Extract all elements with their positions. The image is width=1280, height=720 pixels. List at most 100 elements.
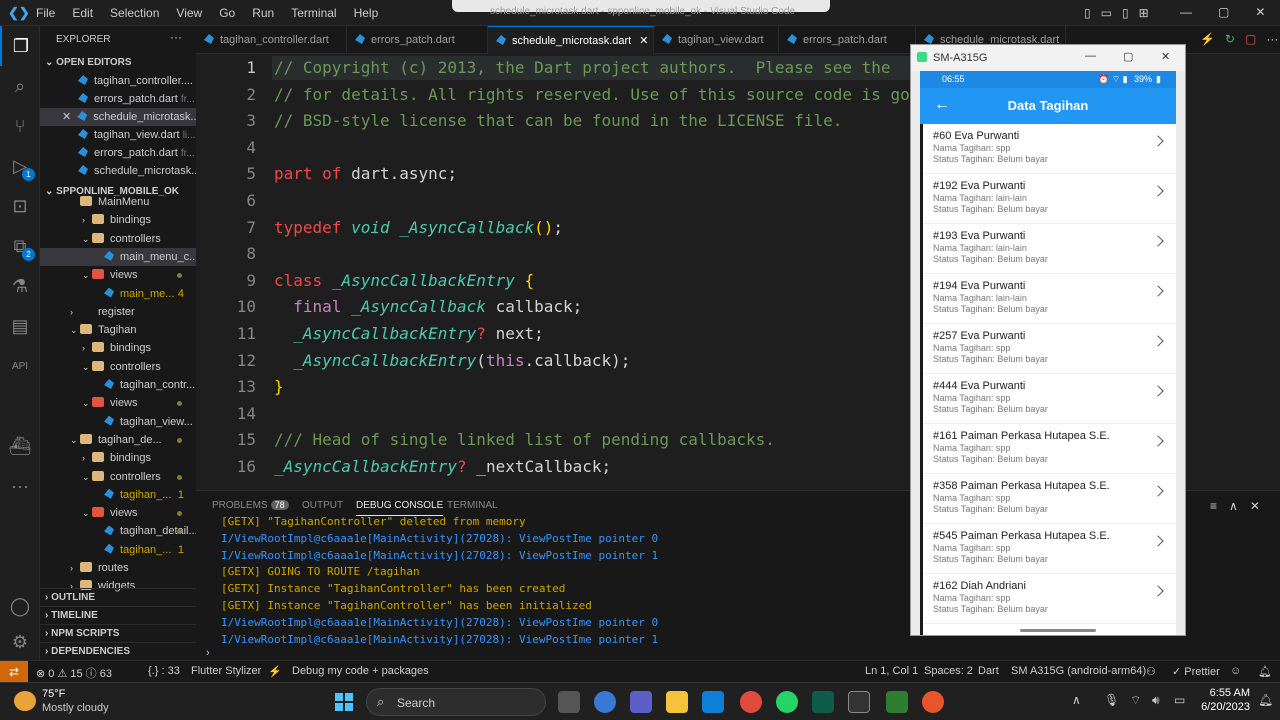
tab-tagihan_view-dart[interactable]: tagihan_view.dart <box>654 26 779 54</box>
edge-icon[interactable] <box>594 691 616 713</box>
section-npm-scripts[interactable]: › NPM SCRIPTS <box>40 624 196 642</box>
tab-errors_patch-dart[interactable]: errors_patch.dart <box>347 26 488 54</box>
toggle-sidebar-icon[interactable]: ▯ <box>1084 6 1091 20</box>
twistie-icon[interactable]: ⌄ <box>82 504 92 522</box>
toggle-panel-icon[interactable]: ▭ <box>1101 6 1112 20</box>
panel-tab-problems[interactable]: PROBLEMS 78 <box>212 500 289 511</box>
brace-status[interactable]: {.} : 33 <box>148 665 180 677</box>
section-outline[interactable]: › OUTLINE <box>40 588 196 606</box>
emulator-titlebar[interactable]: SM-A315G — ▢ ✕ <box>911 45 1185 71</box>
battery-icon[interactable]: ▭ <box>1174 693 1185 707</box>
tree-item[interactable]: ⌄ controllers <box>40 468 196 486</box>
maximize-panel-icon[interactable]: ∧ <box>1229 499 1238 513</box>
twistie-icon[interactable]: › <box>82 449 92 467</box>
menu-terminal[interactable]: Terminal <box>291 6 336 20</box>
weather-icon[interactable] <box>14 691 36 711</box>
twistie-icon[interactable]: ⌄ <box>82 358 92 376</box>
minimize-button[interactable]: — <box>1180 5 1192 19</box>
tagihan-list-item[interactable]: #193 Eva Purwanti Nama Tagihan: lain-lain… <box>923 224 1176 274</box>
device-selector[interactable]: SM A315G (android-arm64) <box>1011 665 1146 677</box>
tree-item[interactable]: ⌄ Tagihan <box>40 321 196 339</box>
customize-layout-icon[interactable]: ⊞ <box>1139 6 1149 20</box>
weather-temp[interactable]: 75°F <box>42 688 65 700</box>
flutter-stylizer-status[interactable]: Flutter Stylizer <box>191 665 261 677</box>
settings-gear-icon[interactable]: ⚙ <box>0 622 40 662</box>
open-editor-item[interactable]: schedule_microtask... <box>40 162 196 180</box>
testing-icon[interactable]: ⚗ <box>0 266 40 306</box>
emulator-close-button[interactable]: ✕ <box>1161 50 1170 63</box>
account-icon[interactable]: ◯ <box>0 586 40 626</box>
code-line[interactable]: _AsyncCallbackEntry? _nextCallback; <box>274 457 611 476</box>
tree-item[interactable]: ⌄ tagihan_de... <box>40 431 196 449</box>
extensions-icon[interactable]: ⧉ 2 <box>0 226 40 266</box>
explorer-icon[interactable]: ❐ <box>0 26 40 66</box>
tagihan-list-item[interactable]: #545 Paiman Perkasa Hutapea S.E. Nama Tag… <box>923 524 1176 574</box>
windows-start-icon[interactable] <box>334 692 354 712</box>
tab-tagihan_controller-dart[interactable]: tagihan_controller.dart <box>196 26 347 54</box>
search-icon[interactable]: ⌕ <box>0 66 40 106</box>
debug-mode-status[interactable]: Debug my code + packages <box>292 665 429 677</box>
teams-icon[interactable] <box>630 691 652 713</box>
twistie-icon[interactable]: › <box>70 559 80 577</box>
tab-close-icon[interactable]: ✕ <box>639 35 648 47</box>
maximize-button[interactable]: ▢ <box>1218 5 1229 19</box>
console-input-chevron-icon[interactable]: › <box>206 647 210 659</box>
tree-item[interactable]: main_me... 4 <box>40 285 196 303</box>
tagihan-list-item[interactable]: #358 Paiman Perkasa Hutapea S.E. Nama Tag… <box>923 474 1176 524</box>
stop-icon[interactable]: ▢ <box>1245 32 1256 46</box>
code-editor[interactable]: 1 2 3 4 5 6 7 8 9 10 11 12 13 14 15 16 // Copyright (c)… <box>196 54 910 490</box>
run-debug-icon[interactable]: ▷ 1 <box>0 146 40 186</box>
twistie-icon[interactable]: ⌄ <box>82 468 92 486</box>
hot-restart-icon[interactable]: ↻ <box>1225 32 1235 46</box>
remote-indicator-icon[interactable]: ⇄ <box>0 661 28 683</box>
cursor-position[interactable]: Ln 1, Col 1 <box>865 665 918 677</box>
live-share-icon[interactable]: ⚇ <box>1146 665 1156 678</box>
menu-run[interactable]: Run <box>252 6 274 20</box>
terminal-taskbar-icon[interactable] <box>848 691 870 713</box>
code-line[interactable]: typedef void _AsyncCallback(); <box>274 218 563 237</box>
tree-item[interactable]: › routes <box>40 559 196 577</box>
tagihan-list-item[interactable]: #192 Eva Purwanti Nama Tagihan: lain-lain… <box>923 174 1176 224</box>
problems-status[interactable]: ⊗ 0 ⚠ 15 ⓘ 63 <box>36 665 112 681</box>
indentation[interactable]: Spaces: 2 <box>924 665 973 677</box>
code-line[interactable]: class _AsyncCallbackEntry { <box>274 271 534 290</box>
android-studio-icon[interactable] <box>812 691 834 713</box>
tree-item[interactable]: MainMenu <box>40 193 196 211</box>
menu-view[interactable]: View <box>176 6 202 20</box>
taskbar-search[interactable]: ⌕ Search <box>366 688 546 716</box>
postman-icon[interactable] <box>922 691 944 713</box>
tree-item[interactable]: tagihan_detail... <box>40 522 196 540</box>
tagihan-list[interactable]: #60 Eva Purwanti Nama Tagihan: spp Status … <box>923 124 1176 635</box>
twistie-icon[interactable]: ⌄ <box>70 431 80 449</box>
task-view-icon[interactable] <box>558 691 580 713</box>
code-line[interactable]: // Copyright (c) 2013, the Dart project … <box>274 58 891 77</box>
twistie-icon[interactable]: ⌄ <box>82 230 92 248</box>
api-icon[interactable]: API <box>0 346 40 386</box>
file-explorer-icon[interactable] <box>666 691 688 713</box>
language-mode[interactable]: Dart <box>978 665 999 677</box>
menu-selection[interactable]: Selection <box>110 6 159 20</box>
tagihan-list-item[interactable]: #162 Diah Andriani Nama Tagihan: spp Statu… <box>923 574 1176 624</box>
panel-tab-output[interactable]: OUTPUT <box>302 500 343 511</box>
wifi-icon[interactable]: ⌔ <box>1130 693 1141 708</box>
remote-explorer-icon[interactable]: ⊡ <box>0 186 40 226</box>
open-editor-item[interactable]: errors_patch.dart fr... <box>40 90 196 108</box>
tree-item[interactable]: ⌄ views <box>40 266 196 284</box>
panel-tab-debug-console[interactable]: DEBUG CONSOLE <box>356 500 444 516</box>
close-panel-icon[interactable]: ✕ <box>1250 499 1260 513</box>
code-line[interactable]: final _AsyncCallback callback; <box>274 297 582 316</box>
section-timeline[interactable]: › TIMELINE <box>40 606 196 624</box>
vscode-taskbar-icon[interactable] <box>702 691 724 713</box>
tree-item[interactable]: tagihan_... 1 <box>40 486 196 504</box>
code-line[interactable]: _AsyncCallbackEntry(this.callback); <box>274 351 630 370</box>
tagihan-list-item[interactable]: #257 Eva Purwanti Nama Tagihan: spp Status… <box>923 324 1176 374</box>
code-line[interactable]: _AsyncCallbackEntry? next; <box>274 324 543 343</box>
twistie-icon[interactable]: › <box>82 339 92 357</box>
tree-item[interactable]: › bindings <box>40 449 196 467</box>
prettier-status[interactable]: ✓ Prettier <box>1172 665 1220 678</box>
panel-tab-terminal[interactable]: TERMINAL <box>447 500 498 511</box>
tab-errors_patch-dart[interactable]: errors_patch.dart <box>779 26 916 54</box>
feedback-icon[interactable]: ☺ <box>1230 665 1241 677</box>
twistie-icon[interactable]: ⌄ <box>82 266 92 284</box>
tree-item[interactable]: ⌄ controllers <box>40 358 196 376</box>
